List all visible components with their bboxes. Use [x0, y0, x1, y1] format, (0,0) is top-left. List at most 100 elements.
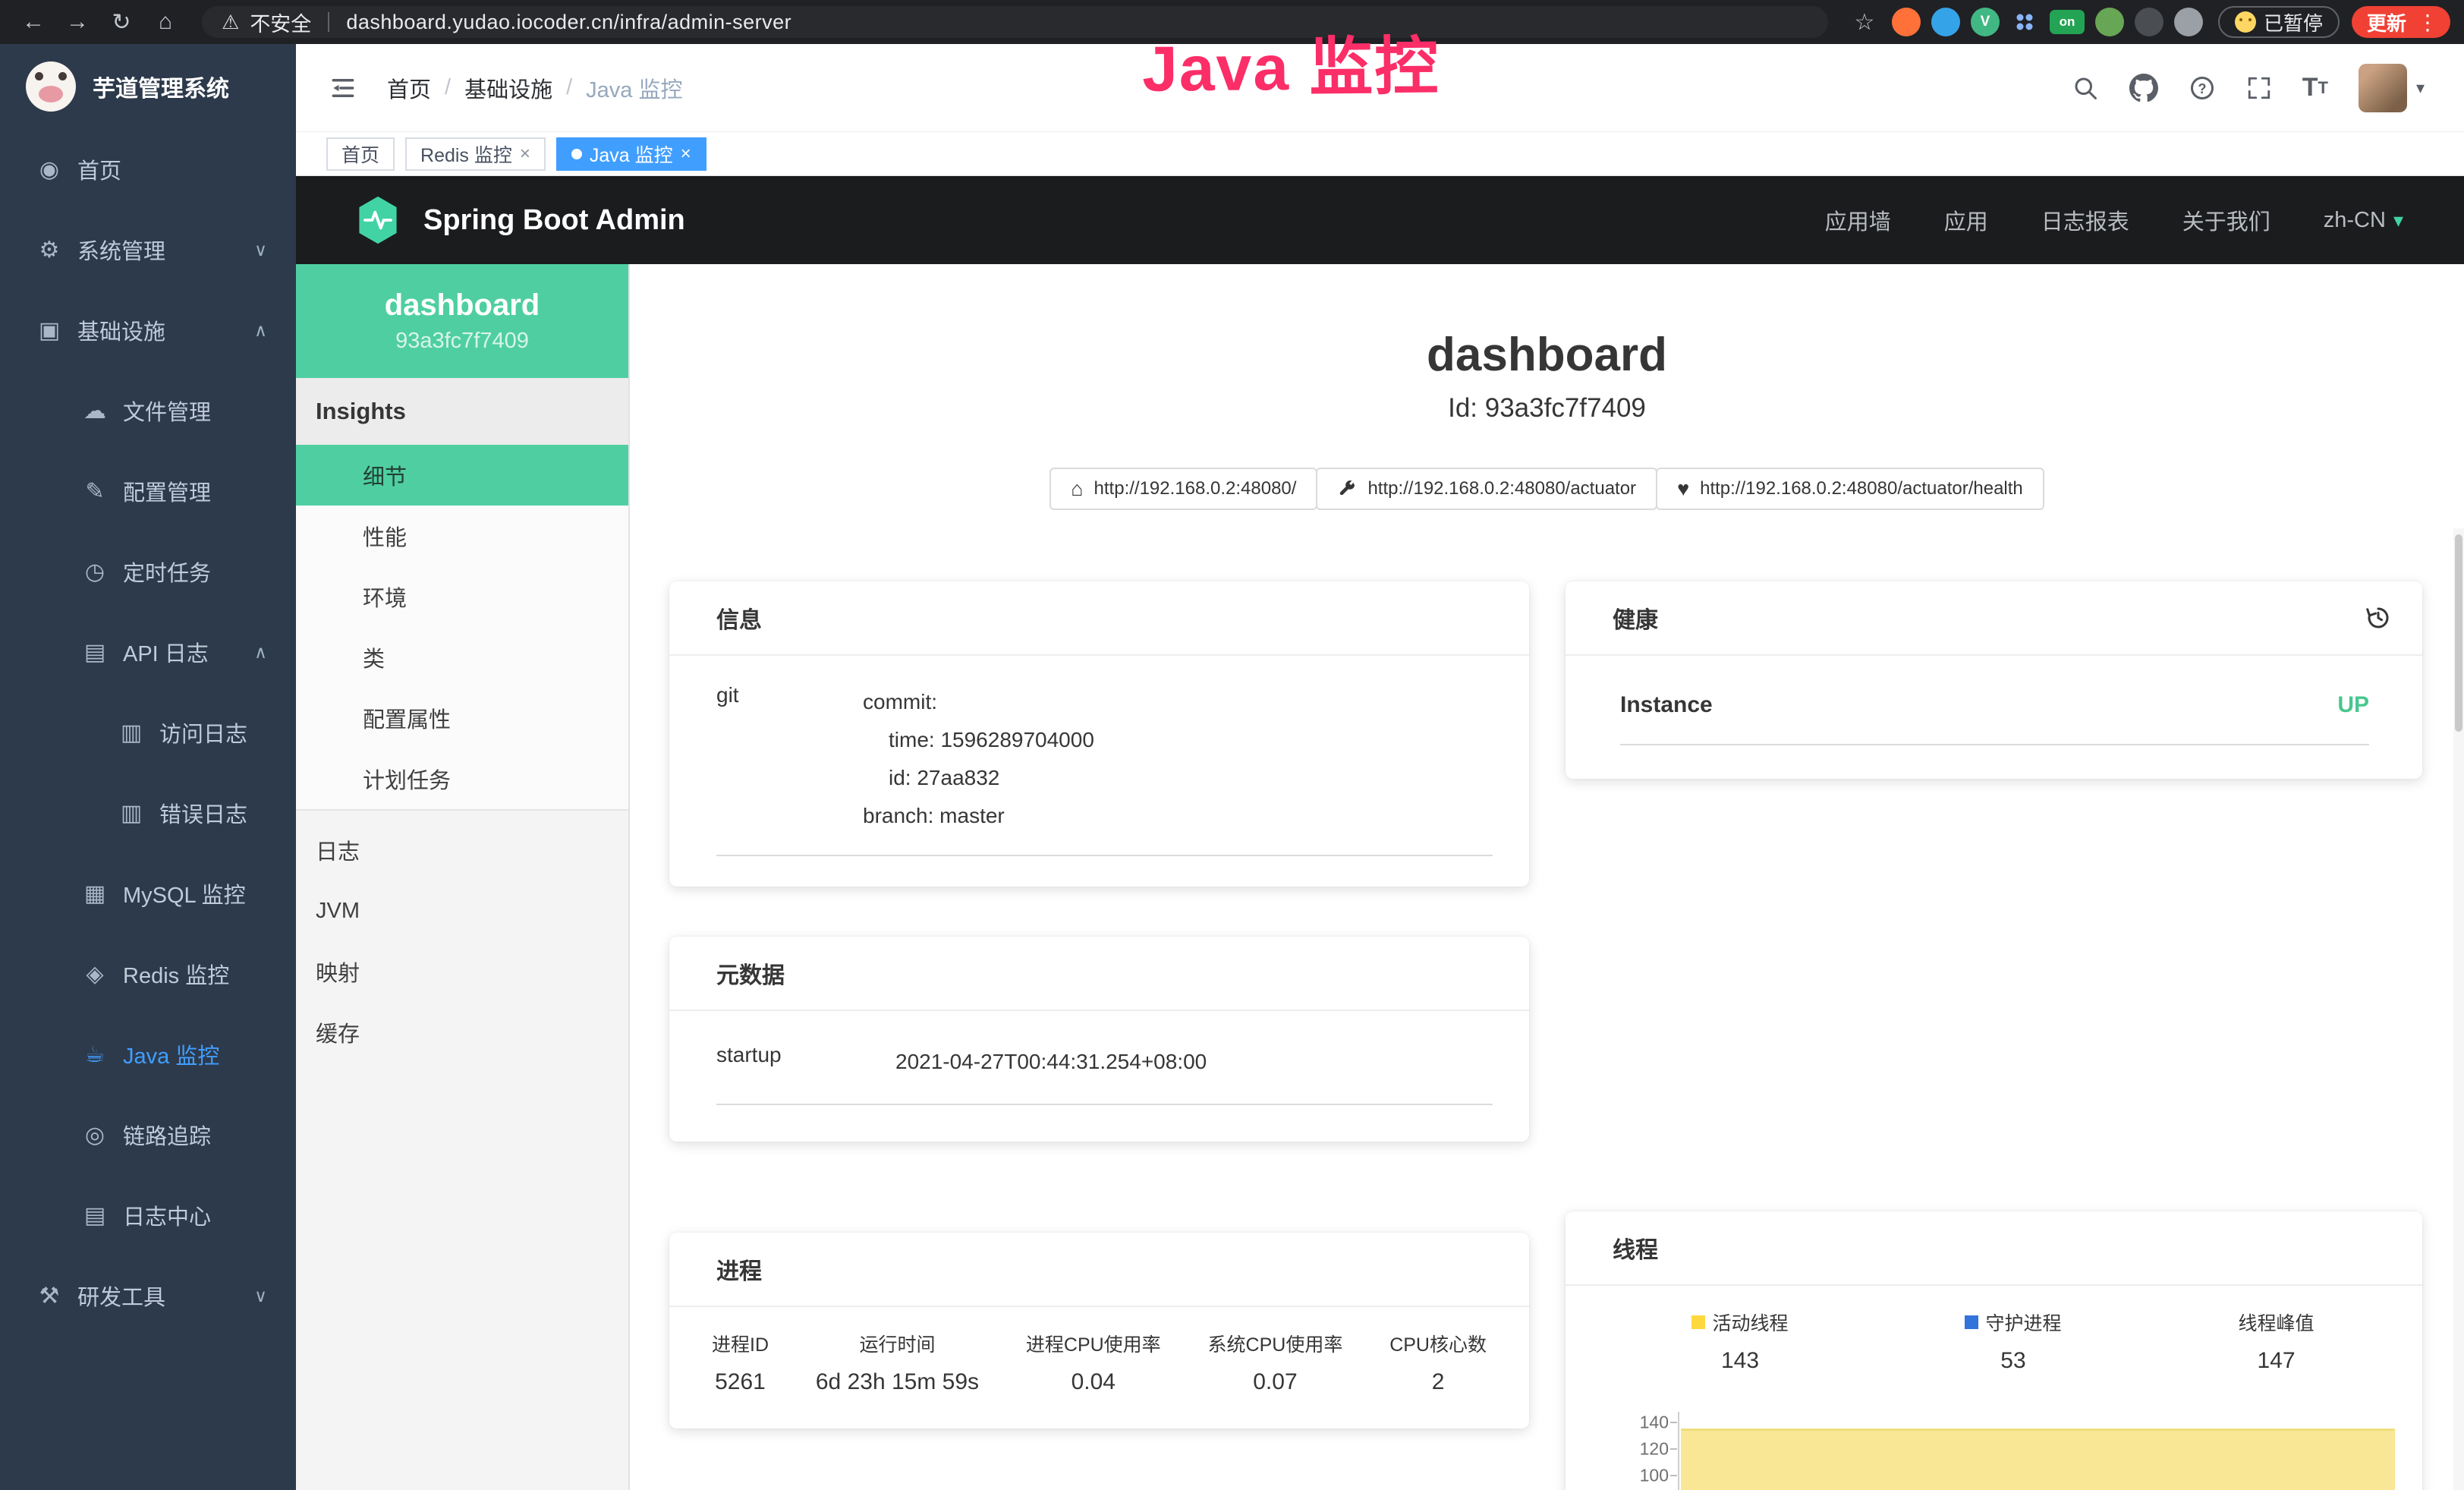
info-card-title: 信息: [669, 581, 1529, 656]
github-icon[interactable]: [2129, 71, 2158, 105]
inst-item-config-props[interactable]: 配置属性: [296, 688, 628, 748]
inst-item-environment[interactable]: 环境: [296, 566, 628, 627]
security-label: 不安全: [250, 8, 311, 37]
extension-icon-misc[interactable]: [2174, 8, 2203, 36]
inst-item-caches[interactable]: 缓存: [296, 1002, 628, 1063]
sidebar-item-mysql-monitor[interactable]: ▦ MySQL 监控: [0, 853, 296, 934]
vertical-scrollbar: [2453, 528, 2464, 1490]
paused-label: 已暂停: [2264, 8, 2323, 36]
sidebar-item-access-logs[interactable]: ▥ 访问日志: [0, 692, 296, 773]
legend-label: 守护进程: [1965, 1309, 2061, 1336]
inst-item-mappings[interactable]: 映射: [296, 941, 628, 1002]
sidebar-item-log-center[interactable]: ▤ 日志中心: [0, 1175, 296, 1255]
inst-item-jvm[interactable]: JVM: [296, 880, 628, 941]
font-size-icon[interactable]: TT: [2302, 71, 2328, 105]
breadcrumb: 首页 / 基础设施 / Java 监控: [387, 72, 682, 104]
instance-links: ⌂ http://192.168.0.2:48080/ http://192.1…: [630, 468, 2464, 510]
stat-label: 进程CPU使用率: [1026, 1330, 1161, 1357]
security-warning-icon: ⚠: [222, 11, 239, 34]
actuator-url: http://192.168.0.2:48080/actuator: [1367, 478, 1636, 499]
back-button[interactable]: ←: [14, 4, 53, 40]
log-center-icon: ▤: [77, 1202, 112, 1229]
extension-icon-leaf[interactable]: [2095, 8, 2124, 36]
help-icon[interactable]: ?: [2189, 71, 2216, 105]
fullscreen-icon[interactable]: [2246, 71, 2272, 105]
update-button[interactable]: 更新 ⋮: [2352, 6, 2450, 38]
address-bar[interactable]: ⚠ 不安全 dashboard.yudao.iocoder.cn/infra/a…: [202, 6, 1828, 38]
language-selector[interactable]: zh-CN ▾: [2324, 208, 2403, 233]
sidebar-toggle[interactable]: [326, 71, 360, 105]
sidebar-item-infra[interactable]: ▣ 基础设施 ∧: [0, 290, 296, 370]
sidebar-item-label: 日志中心: [123, 1199, 211, 1231]
sidebar-item-config-manage[interactable]: ✎ 配置管理: [0, 451, 296, 531]
close-icon[interactable]: ×: [681, 145, 691, 163]
sidebar-item-java-monitor[interactable]: ☕ Java 监控: [0, 1014, 296, 1095]
inst-item-logs[interactable]: 日志: [296, 820, 628, 880]
bookmark-star-icon[interactable]: ☆: [1845, 4, 1884, 40]
active-dot: [571, 149, 582, 159]
sidebar-item-api-logs[interactable]: ▤ API 日志 ∧: [0, 612, 296, 692]
sba-nav-wallboard[interactable]: 应用墙: [1825, 204, 1891, 236]
sidebar-item-home[interactable]: ◉ 首页: [0, 129, 296, 209]
instance-header[interactable]: dashboard 93a3fc7f7409: [296, 264, 628, 378]
sidebar-item-file-manage[interactable]: ☁ 文件管理: [0, 370, 296, 451]
cards-grid: 信息 git commit: time: 1596289704000 id: 2…: [669, 581, 2464, 1490]
extensions-puzzle-icon[interactable]: [2135, 8, 2163, 36]
sidebar-nav: 芋道管理系统 ◉ 首页 ⚙ 系统管理 ∨ ▣ 基础设施 ∧ ☁ 文件管理 ✎ 配…: [0, 44, 296, 1490]
document-icon: ▤: [77, 639, 112, 666]
chevron-down-icon: ∨: [254, 240, 267, 260]
sidebar-item-label: 文件管理: [123, 395, 211, 427]
pencil-icon: ✎: [77, 478, 112, 505]
extension-icon-drop[interactable]: [1931, 8, 1960, 36]
sidebar-item-system[interactable]: ⚙ 系统管理 ∨: [0, 209, 296, 290]
tab-java-monitor[interactable]: Java 监控 ×: [556, 137, 706, 171]
sidebar-item-label: 错误日志: [159, 797, 247, 829]
browser-menu-dots-icon[interactable]: ⋮: [2414, 10, 2441, 35]
user-menu[interactable]: ▾: [2359, 64, 2425, 112]
sidebar-item-redis-monitor[interactable]: ◈ Redis 监控: [0, 934, 296, 1014]
browser-home-button[interactable]: ⌂: [146, 4, 185, 40]
tab-redis-monitor[interactable]: Redis 监控 ×: [405, 137, 546, 171]
system-cpu-usage: 系统CPU使用率 0.07: [1208, 1330, 1343, 1395]
tab-home[interactable]: 首页: [326, 137, 395, 171]
paused-badge[interactable]: 已暂停: [2218, 6, 2340, 38]
health-url-button[interactable]: ♥ http://192.168.0.2:48080/actuator/heal…: [1656, 468, 2044, 510]
extension-icon-grid[interactable]: [2010, 8, 2039, 36]
extension-icon-proxy-on[interactable]: on: [2050, 10, 2085, 34]
inst-item-metrics[interactable]: 性能: [296, 506, 628, 566]
extension-icon-vue[interactable]: V: [1971, 8, 2000, 36]
inst-item-scheduled-tasks[interactable]: 计划任务: [296, 748, 628, 809]
service-url-button[interactable]: ⌂ http://192.168.0.2:48080/: [1049, 468, 1317, 510]
legend-value: 147: [2238, 1348, 2314, 1374]
app-logo[interactable]: 芋道管理系统: [0, 44, 296, 129]
inst-item-classes[interactable]: 类: [296, 627, 628, 688]
cpu-cores: CPU核心数 2: [1389, 1330, 1487, 1395]
breadcrumb-current: Java 监控: [586, 72, 682, 104]
history-icon[interactable]: [2365, 604, 2392, 632]
sidebar-item-scheduled-jobs[interactable]: ◷ 定时任务: [0, 531, 296, 612]
sba-nav-about[interactable]: 关于我们: [2182, 204, 2270, 236]
forward-button[interactable]: →: [58, 4, 97, 40]
extension-icon-fox[interactable]: [1892, 8, 1921, 36]
threads-chart: 140 120 100: [1603, 1416, 2403, 1490]
legend-text: 线程峰值: [2238, 1309, 2314, 1336]
sidebar-item-error-logs[interactable]: ▥ 错误日志: [0, 773, 296, 853]
git-id-line: id: 27aa832: [863, 759, 1094, 797]
reload-button[interactable]: ↻: [102, 4, 141, 40]
legend-label: 线程峰值: [2238, 1309, 2314, 1336]
inst-item-details[interactable]: 细节: [296, 445, 628, 506]
stat-value: 0.07: [1208, 1369, 1343, 1395]
breadcrumb-infra[interactable]: 基础设施: [464, 72, 552, 104]
sba-nav-applications[interactable]: 应用: [1944, 204, 1988, 236]
sba-nav-journal[interactable]: 日志报表: [2041, 204, 2129, 236]
scrollbar-thumb[interactable]: [2455, 534, 2462, 732]
legend-daemon-threads: 守护进程 53: [1965, 1309, 2061, 1374]
close-icon[interactable]: ×: [520, 145, 530, 163]
sidebar-item-dev-tools[interactable]: ⚒ 研发工具 ∨: [0, 1255, 296, 1336]
breadcrumb-home[interactable]: 首页: [387, 72, 431, 104]
health-instance-row: Instance UP: [1620, 692, 2369, 745]
actuator-url-button[interactable]: http://192.168.0.2:48080/actuator: [1316, 468, 1657, 510]
search-icon[interactable]: [2072, 71, 2099, 105]
sidebar-item-tracing[interactable]: ◎ 链路追踪: [0, 1095, 296, 1175]
health-url: http://192.168.0.2:48080/actuator/health: [1700, 478, 2023, 499]
